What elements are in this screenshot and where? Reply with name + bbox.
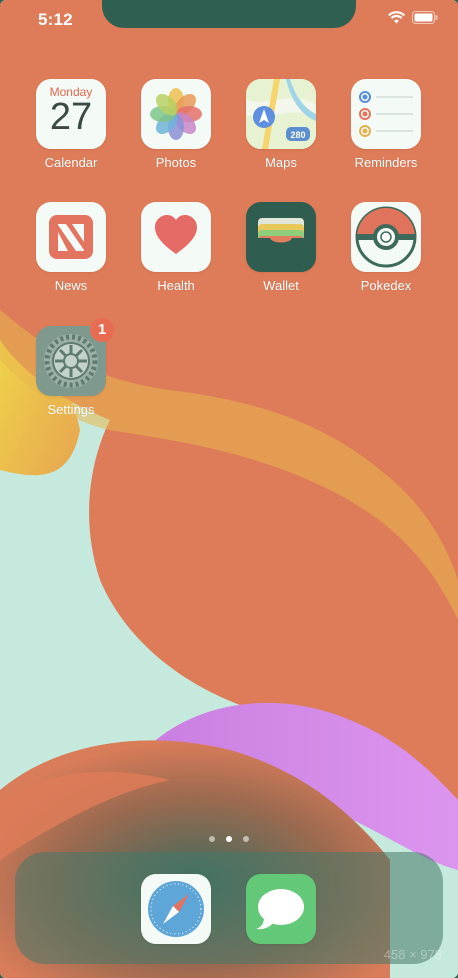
app-health[interactable]: Health <box>131 202 221 293</box>
app-label: Reminders <box>354 155 418 170</box>
pokeball-icon <box>351 202 421 272</box>
app-photos[interactable]: Photos <box>131 79 221 170</box>
app-maps[interactable]: 280 Maps <box>236 79 326 170</box>
notch <box>102 0 356 28</box>
page-dot[interactable] <box>243 836 249 842</box>
home-screen: 5:12 Monday 27 Calendar Photos 280 Maps … <box>0 0 458 978</box>
news-icon <box>36 202 106 272</box>
app-label: Wallet <box>263 278 299 293</box>
app-wallet[interactable]: Wallet <box>236 202 326 293</box>
wallet-icon <box>246 202 316 272</box>
wifi-icon <box>388 11 405 24</box>
app-label: Calendar <box>44 155 98 170</box>
speech-bubble-icon <box>246 874 316 944</box>
maps-icon: 280 <box>246 79 316 149</box>
watermark: 458 × 978 <box>383 947 442 962</box>
app-calendar[interactable]: Monday 27 Calendar <box>26 79 116 170</box>
dock <box>15 852 443 964</box>
maps-road-sign: 280 <box>290 130 305 140</box>
app-news[interactable]: News <box>26 202 116 293</box>
dock-app-safari[interactable] <box>131 874 221 944</box>
app-label: Health <box>157 278 195 293</box>
calendar-icon: Monday 27 <box>36 79 106 149</box>
reminders-icon <box>351 79 421 149</box>
app-label: Maps <box>265 155 297 170</box>
page-dot-active[interactable] <box>226 836 232 842</box>
notification-badge: 1 <box>90 318 114 342</box>
app-label: News <box>54 278 88 293</box>
app-label: Pokedex <box>360 278 412 293</box>
battery-icon <box>412 11 438 24</box>
app-settings[interactable]: 1 Settings <box>26 318 116 417</box>
compass-icon <box>141 874 211 944</box>
app-label: Photos <box>155 155 197 170</box>
app-label: Settings <box>47 402 95 417</box>
status-time: 5:12 <box>38 10 73 29</box>
app-reminders[interactable]: Reminders <box>341 79 431 170</box>
health-icon <box>141 202 211 272</box>
photos-icon <box>141 79 211 149</box>
page-dot[interactable] <box>209 836 215 842</box>
dock-app-messages[interactable] <box>236 874 326 944</box>
calendar-date: 27 <box>49 96 93 138</box>
page-indicator[interactable] <box>0 836 458 842</box>
app-pokedex[interactable]: Pokedex <box>341 202 431 293</box>
status-icons <box>388 11 438 24</box>
